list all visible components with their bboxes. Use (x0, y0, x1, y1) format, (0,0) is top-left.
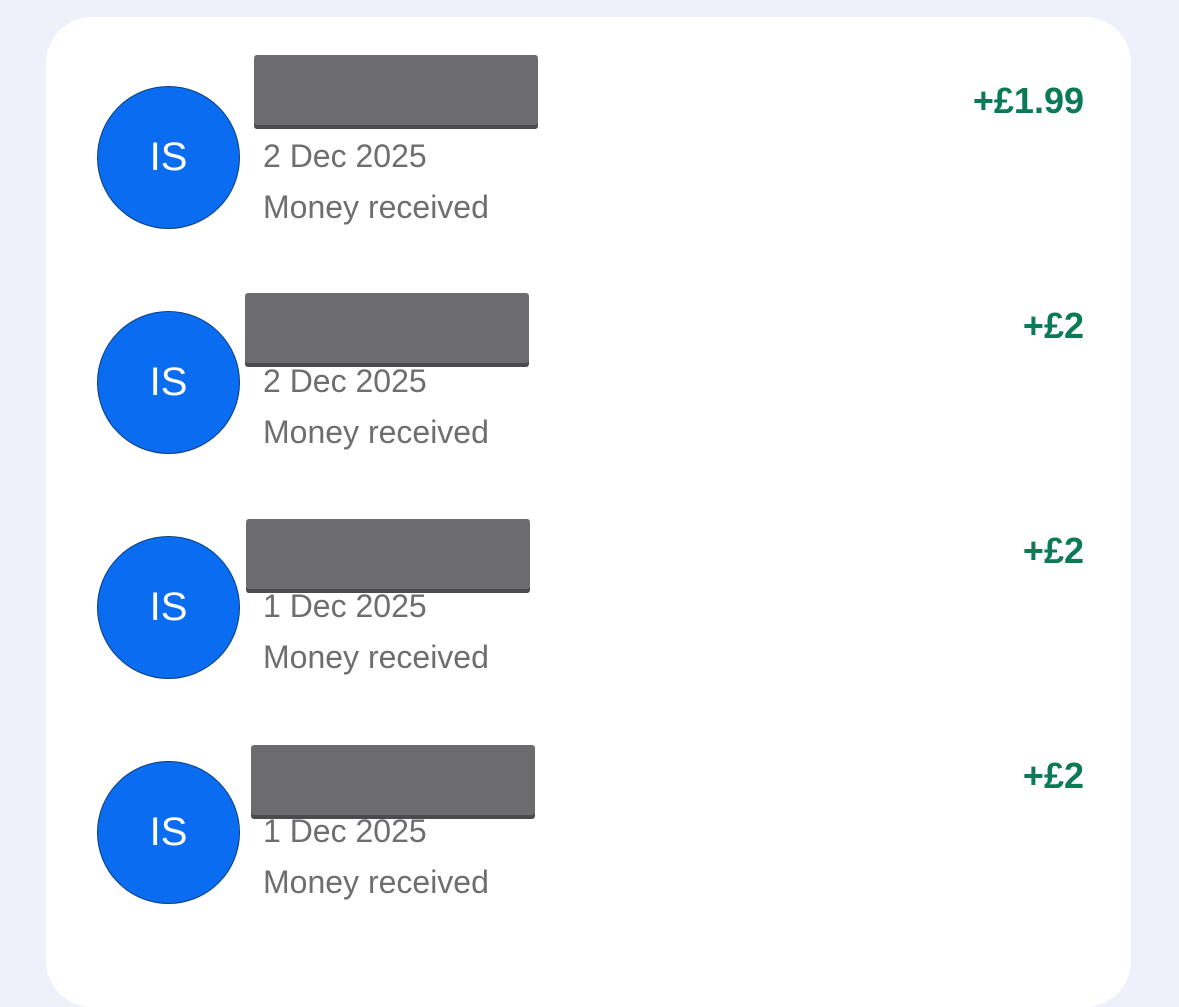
redacted-name (254, 55, 538, 125)
avatar-initials: IS (149, 360, 188, 404)
redacted-name (251, 745, 535, 815)
avatar: IS (97, 536, 240, 679)
transaction-date: 2 Dec 2025 (263, 363, 427, 399)
avatar-initials: IS (149, 585, 188, 629)
transaction-row[interactable]: IS 1 Dec 2025 Money received +£2 (46, 692, 1131, 917)
transaction-row[interactable]: IS 1 Dec 2025 Money received +£2 (46, 467, 1131, 692)
transaction-amount: +£2 (1022, 755, 1084, 796)
transaction-type: Money received (263, 864, 489, 900)
avatar: IS (97, 761, 240, 904)
transaction-type: Money received (263, 639, 489, 675)
redacted-name (245, 293, 529, 363)
transaction-type: Money received (263, 414, 489, 450)
transaction-date: 2 Dec 2025 (263, 138, 427, 174)
transaction-row[interactable]: IS 2 Dec 2025 Money received +£2 (46, 242, 1131, 467)
avatar-initials: IS (149, 135, 188, 179)
avatar: IS (97, 311, 240, 454)
transaction-amount: +£2 (1022, 530, 1084, 571)
transaction-type: Money received (263, 189, 489, 225)
transaction-amount: +£2 (1022, 305, 1084, 346)
avatar: IS (97, 86, 240, 229)
transaction-date: 1 Dec 2025 (263, 588, 427, 624)
transaction-amount: +£1.99 (972, 80, 1084, 121)
transaction-row[interactable]: IS 2 Dec 2025 Money received +£1.99 (46, 17, 1131, 242)
transaction-date: 1 Dec 2025 (263, 813, 427, 849)
avatar-initials: IS (149, 810, 188, 854)
transactions-card: IS 2 Dec 2025 Money received +£1.99 IS 2… (46, 17, 1131, 1007)
redacted-name (246, 519, 530, 589)
